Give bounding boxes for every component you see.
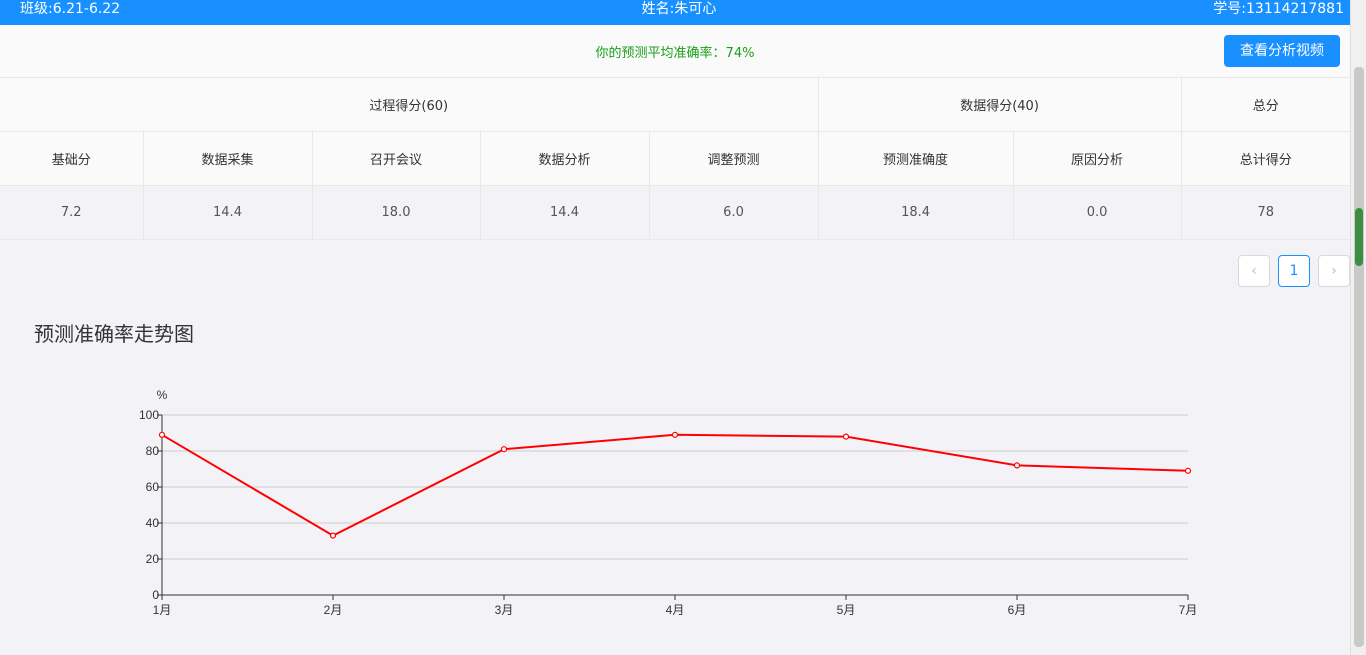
scrollbar-track <box>1354 67 1364 647</box>
data-point <box>500 446 508 453</box>
data-point <box>842 433 850 440</box>
table-cell: 7.2 <box>0 185 144 240</box>
data-point <box>158 431 166 438</box>
column-header: 召开会议 <box>312 131 481 186</box>
student-id: 学号:13114217881 <box>1213 1 1344 17</box>
score-table: 过程得分(60) 数据得分(40) 总分 基础分 数据采集 召开会议 数据分析 … <box>0 77 1351 240</box>
table-cell: 14.4 <box>143 185 313 240</box>
data-point <box>671 431 679 438</box>
process-score-header: 过程得分(60) <box>0 77 819 132</box>
vertical-scrollbar[interactable] <box>1350 0 1366 655</box>
data-point <box>329 532 337 539</box>
table-group-header-row: 过程得分(60) 数据得分(40) 总分 <box>0 77 1351 132</box>
y-tick-label: 80 <box>146 444 160 458</box>
column-header: 数据分析 <box>480 131 650 186</box>
table-row: 7.2 14.4 18.0 14.4 6.0 18.4 0.0 78 <box>0 185 1351 240</box>
y-tick-label: 40 <box>146 516 160 530</box>
y-tick-label: 20 <box>146 552 160 566</box>
table-cell: 0.0 <box>1013 185 1182 240</box>
accuracy-summary: 你的预测平均准确率：74% 查看分析视频 <box>0 25 1350 77</box>
top-info-bar: 班级:6.21-6.22 姓名:朱可心 学号:13114217881 <box>0 0 1350 25</box>
y-tick-label: 60 <box>146 480 160 494</box>
x-tick-label: 7月 <box>1179 603 1198 617</box>
column-header: 基础分 <box>0 131 144 186</box>
x-tick-label: 5月 <box>837 603 856 617</box>
data-point <box>1184 467 1192 474</box>
view-analysis-video-button[interactable]: 查看分析视频 <box>1224 35 1340 67</box>
x-tick-label: 6月 <box>1008 603 1027 617</box>
student-name: 姓名:朱可心 <box>641 1 717 17</box>
page-number-button[interactable]: 1 <box>1278 255 1310 287</box>
scrollbar-thumb[interactable] <box>1355 208 1363 266</box>
x-tick-label: 1月 <box>153 603 172 617</box>
column-header: 总计得分 <box>1181 131 1351 186</box>
chart-title: 预测准确率走势图 <box>34 322 194 346</box>
next-page-button[interactable]: › <box>1318 255 1350 287</box>
table-cell: 18.0 <box>312 185 481 240</box>
table-cell: 18.4 <box>818 185 1014 240</box>
x-tick-label: 2月 <box>324 603 343 617</box>
data-point <box>1013 462 1021 469</box>
data-score-header: 数据得分(40) <box>818 77 1182 132</box>
x-tick-label: 4月 <box>666 603 685 617</box>
table-cell: 6.0 <box>649 185 819 240</box>
total-score-header: 总分 <box>1181 77 1351 132</box>
accuracy-trend-chart: 0 20 40 60 80 100% 1月 2月 3月 4月 5月 6月 7月 <box>139 388 1198 617</box>
y-axis-label: % <box>157 388 168 402</box>
y-tick-label: 0 <box>152 588 159 602</box>
column-header: 数据采集 <box>143 131 313 186</box>
prev-page-button[interactable]: ‹ <box>1238 255 1270 287</box>
column-header: 原因分析 <box>1013 131 1182 186</box>
column-header: 预测准确度 <box>818 131 1014 186</box>
average-accuracy-text: 你的预测平均准确率：74% <box>595 46 755 61</box>
table-cell: 14.4 <box>480 185 650 240</box>
column-header: 调整预测 <box>649 131 819 186</box>
series-line <box>161 433 1189 537</box>
y-tick-label: 100 <box>139 408 159 422</box>
table-cell: 78 <box>1181 185 1351 240</box>
x-tick-label: 3月 <box>495 603 514 617</box>
table-column-header-row: 基础分 数据采集 召开会议 数据分析 调整预测 预测准确度 原因分析 总计得分 <box>0 131 1351 186</box>
